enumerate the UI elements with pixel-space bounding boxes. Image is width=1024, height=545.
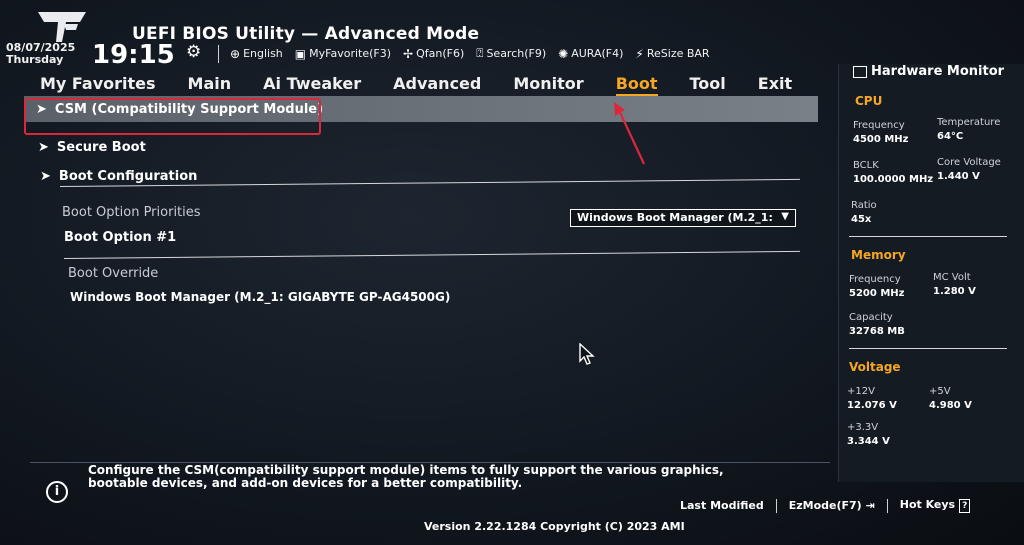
boot-option-1-label: Boot Option #1 bbox=[64, 230, 177, 245]
v33-label: +3.3V bbox=[847, 422, 879, 433]
cpu-heading: CPU bbox=[855, 94, 883, 108]
footer-bar: Last Modified EzMode(F7) ⇥ Hot Keys? bbox=[680, 498, 971, 513]
cpu-frequency-label: Frequency bbox=[853, 120, 905, 131]
help-text: Configure the CSM(compatibility support … bbox=[88, 463, 724, 490]
v33-value: 3.344 V bbox=[847, 436, 890, 447]
fan-icon: ✢ bbox=[403, 46, 414, 61]
v5-value: 4.980 V bbox=[929, 400, 972, 411]
last-modified-button[interactable]: Last Modified bbox=[680, 499, 764, 512]
bios-screen: UEFI BIOS Utility — Advanced Mode 08/07/… bbox=[0, 0, 1024, 545]
aura-icon: ✺ bbox=[558, 46, 569, 61]
help-key-icon: ? bbox=[959, 499, 971, 513]
hardware-monitor-title-text: Hardware Monitor bbox=[871, 64, 1005, 79]
header-divider bbox=[218, 45, 219, 63]
bclk-label: BCLK bbox=[853, 160, 879, 171]
memory-frequency-value: 5200 MHz bbox=[849, 288, 905, 299]
toolbar: ⊕ English ▣ MyFavorite(F3) ✢ Qfan(F6) ⍰ … bbox=[230, 46, 710, 61]
search-label: Search(F9) bbox=[486, 47, 547, 60]
core-voltage-value: 1.440 V bbox=[937, 171, 980, 182]
ratio-value: 45x bbox=[851, 214, 872, 225]
bclk-value: 100.0000 MHz bbox=[853, 174, 934, 185]
chevron-right-icon: ➤ bbox=[38, 140, 49, 155]
secure-boot-menu-item[interactable]: ➤ Secure Boot bbox=[38, 140, 146, 155]
tab-my-favorites[interactable]: My Favorites bbox=[40, 74, 156, 96]
day-text: Thursday bbox=[6, 53, 64, 66]
tab-ai-tweaker[interactable]: Ai Tweaker bbox=[263, 74, 361, 96]
resize-bar-icon: ⚡ bbox=[635, 46, 644, 61]
hardware-monitor-title: Hardware Monitor bbox=[853, 64, 1004, 79]
tab-exit[interactable]: Exit bbox=[758, 74, 792, 96]
core-voltage-label: Core Voltage bbox=[937, 157, 1001, 168]
memory-heading: Memory bbox=[851, 248, 906, 262]
boot-configuration-menu-item[interactable]: ➤ Boot Configuration bbox=[40, 169, 197, 184]
voltage-heading: Voltage bbox=[849, 360, 901, 374]
language-button[interactable]: ⊕ English bbox=[230, 46, 283, 61]
ratio-label: Ratio bbox=[851, 200, 877, 211]
boot-option-priorities-label: Boot Option Priorities bbox=[62, 205, 201, 220]
section-divider bbox=[63, 250, 800, 259]
hotkeys-button[interactable]: Hot Keys? bbox=[900, 498, 971, 513]
qfan-button[interactable]: ✢ Qfan(F6) bbox=[403, 46, 464, 61]
monitor-icon bbox=[853, 65, 867, 78]
v5-label: +5V bbox=[929, 386, 951, 397]
v12-value: 12.076 V bbox=[847, 400, 897, 411]
clock: 19:15 bbox=[92, 40, 175, 70]
hotkeys-label: Hot Keys bbox=[899, 498, 956, 511]
footer-divider bbox=[775, 498, 777, 513]
favorite-icon: ▣ bbox=[294, 46, 307, 61]
memory-frequency-label: Frequency bbox=[849, 274, 901, 285]
gear-icon[interactable]: ⚙ bbox=[186, 42, 201, 62]
chevron-down-icon: ▼ bbox=[781, 211, 789, 222]
info-icon: i bbox=[46, 481, 68, 503]
aura-button[interactable]: ✺ AURA(F4) bbox=[558, 46, 623, 61]
myfavorite-button[interactable]: ▣ MyFavorite(F3) bbox=[295, 46, 391, 61]
mouse-cursor-icon bbox=[579, 343, 595, 365]
globe-icon: ⊕ bbox=[230, 46, 241, 61]
csm-highlight-box bbox=[24, 98, 321, 135]
tab-tool[interactable]: Tool bbox=[690, 74, 726, 96]
boot-option-1-select[interactable]: Windows Boot Manager (M.2_1: ▼ bbox=[570, 209, 796, 227]
myfavorite-label: MyFavorite(F3) bbox=[309, 47, 392, 60]
hw-divider bbox=[849, 236, 1007, 237]
tab-boot[interactable]: Boot bbox=[615, 74, 658, 96]
boot-option-1-value: Windows Boot Manager (M.2_1: bbox=[577, 211, 773, 224]
tuf-logo-icon bbox=[38, 12, 86, 42]
ezmode-label: EzMode(F7) bbox=[788, 499, 862, 512]
annotation-arrow-icon bbox=[614, 102, 645, 165]
version-text: Version 2.22.1284 Copyright (C) 2023 AMI bbox=[424, 520, 685, 533]
secure-boot-label: Secure Boot bbox=[56, 140, 146, 155]
tab-monitor[interactable]: Monitor bbox=[513, 74, 583, 96]
language-label: English bbox=[243, 47, 283, 60]
v12-label: +12V bbox=[847, 386, 875, 397]
resize-bar-label: ReSize BAR bbox=[646, 47, 710, 60]
exit-arrow-icon: ⇥ bbox=[861, 499, 875, 512]
tab-advanced[interactable]: Advanced bbox=[393, 74, 481, 96]
aura-label: AURA(F4) bbox=[571, 47, 624, 60]
qfan-label: Qfan(F6) bbox=[416, 47, 465, 60]
boot-override-label: Boot Override bbox=[68, 266, 159, 281]
chevron-right-icon: ➤ bbox=[40, 169, 51, 184]
resize-bar-button[interactable]: ⚡ ReSize BAR bbox=[635, 46, 709, 61]
mc-volt-label: MC Volt bbox=[933, 272, 971, 283]
cpu-temperature-label: Temperature bbox=[937, 117, 1001, 128]
tab-main[interactable]: Main bbox=[188, 74, 232, 96]
boot-override-item[interactable]: Windows Boot Manager (M.2_1: GIGABYTE GP… bbox=[70, 290, 450, 304]
search-icon: ⍰ bbox=[476, 46, 484, 60]
page-title: UEFI BIOS Utility — Advanced Mode bbox=[132, 24, 480, 44]
capacity-label: Capacity bbox=[849, 312, 893, 323]
ezmode-button[interactable]: EzMode(F7) ⇥ bbox=[789, 499, 875, 512]
boot-configuration-label: Boot Configuration bbox=[58, 169, 198, 184]
hw-divider bbox=[849, 348, 1007, 349]
capacity-value: 32768 MB bbox=[849, 326, 905, 337]
search-button[interactable]: ⍰ Search(F9) bbox=[476, 46, 546, 61]
cpu-frequency-value: 4500 MHz bbox=[853, 134, 909, 145]
date-display: 08/07/2025 Thursday bbox=[6, 42, 75, 66]
main-tabs: My Favorites Main Ai Tweaker Advanced Mo… bbox=[40, 74, 824, 96]
footer-divider bbox=[886, 498, 888, 513]
cpu-temperature-value: 64°C bbox=[937, 131, 964, 142]
mc-volt-value: 1.280 V bbox=[933, 286, 976, 297]
hardware-monitor-panel: Hardware Monitor CPU Frequency 4500 MHz … bbox=[838, 64, 1024, 482]
